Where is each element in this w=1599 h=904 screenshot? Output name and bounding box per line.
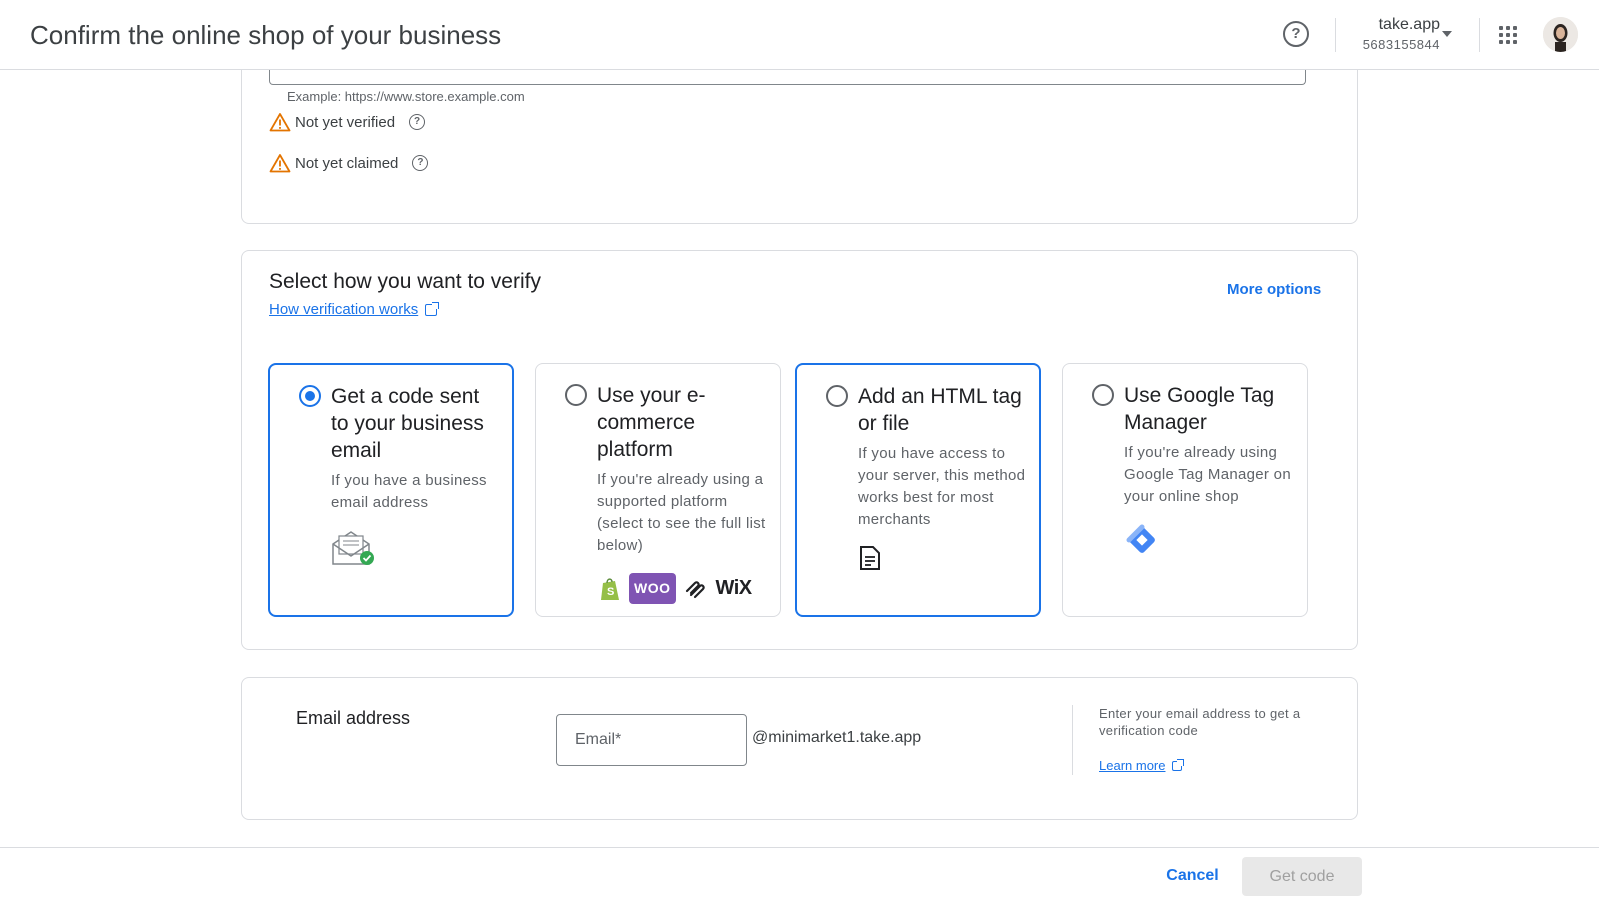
account-name: take.app	[1378, 16, 1440, 33]
radio-button[interactable]	[565, 384, 587, 406]
claimed-status: Not yet claimed ?	[269, 153, 429, 173]
account-number: 5683155844	[1362, 37, 1440, 52]
app-header: Confirm the online shop of your business…	[0, 0, 1599, 70]
warning-icon	[269, 154, 291, 173]
option-title: Use your e-commerce platform	[597, 384, 706, 461]
url-helper-text: Example: https://www.store.example.com	[287, 89, 525, 104]
website-url-input[interactable]	[269, 68, 1306, 85]
warning-icon	[269, 113, 291, 132]
platform-logos: S WOO WiX	[599, 573, 767, 604]
option-email-code[interactable]: Get a code sent to your business email I…	[268, 363, 514, 617]
header-divider	[1335, 18, 1336, 52]
option-description: If you have a business email address	[331, 472, 487, 511]
email-input[interactable]	[556, 714, 747, 766]
option-tag-manager[interactable]: Use Google Tag Manager If you're already…	[1062, 363, 1308, 617]
section-title: Select how you want to verify	[269, 270, 541, 293]
verification-method-card: Select how you want to verify How verifi…	[241, 250, 1358, 650]
radio-button[interactable]	[299, 385, 321, 407]
email-card: Email address @minimarket1.take.app Ente…	[241, 677, 1358, 820]
verified-status-label: Not yet verified	[295, 113, 396, 131]
help-icon[interactable]: ?	[1283, 21, 1309, 47]
help-icon[interactable]: ?	[409, 114, 426, 130]
avatar[interactable]	[1543, 17, 1578, 52]
divider	[1072, 705, 1073, 775]
external-link-icon	[425, 301, 440, 316]
email-section-label: Email address	[296, 708, 411, 728]
external-link-icon	[1172, 758, 1185, 771]
envelope-check-icon	[331, 528, 501, 573]
help-icon[interactable]: ?	[412, 155, 429, 171]
learn-more-label: Learn more	[1099, 758, 1166, 773]
email-help-text: Enter your email address to get a verifi…	[1099, 706, 1301, 738]
learn-more-link[interactable]: Learn more	[1099, 758, 1185, 773]
more-options-button[interactable]: More options	[1227, 281, 1321, 298]
tag-manager-icon	[1124, 522, 1294, 565]
footer-bar: Cancel Get code	[0, 847, 1599, 904]
shopify-icon: S	[601, 577, 619, 600]
svg-text:S: S	[607, 586, 614, 598]
option-description: If you're already using a supported plat…	[597, 471, 766, 554]
radio-button[interactable]	[826, 385, 848, 407]
option-description: If you're already using Google Tag Manag…	[1124, 444, 1291, 505]
account-switcher[interactable]: take.app 5683155844	[1350, 16, 1440, 52]
chevron-down-icon[interactable]	[1442, 31, 1452, 37]
cancel-button[interactable]: Cancel	[1155, 857, 1230, 895]
option-ecommerce-platform[interactable]: Use your e-commerce platform If you're a…	[535, 363, 781, 617]
claimed-status-label: Not yet claimed	[295, 154, 399, 172]
how-verification-works-link[interactable]: How verification works	[269, 301, 440, 318]
header-divider	[1479, 18, 1480, 52]
option-title: Get a code sent to your business email	[331, 385, 484, 462]
woocommerce-icon: WOO	[629, 573, 676, 604]
verified-status: Not yet verified ?	[269, 112, 426, 132]
wix-icon: WiX	[715, 577, 753, 599]
squarespace-icon	[685, 580, 705, 598]
option-description: If you have access to your server, this …	[858, 445, 1026, 528]
page-title: Confirm the online shop of your business	[30, 20, 502, 50]
how-link-label: How verification works	[269, 301, 419, 318]
option-html-tag[interactable]: Add an HTML tag or file If you have acce…	[795, 363, 1041, 617]
get-code-button[interactable]: Get code	[1242, 857, 1362, 896]
document-icon	[858, 545, 1028, 578]
email-domain-suffix: @minimarket1.take.app	[752, 729, 922, 746]
option-title: Add an HTML tag or file	[858, 385, 1022, 435]
radio-button[interactable]	[1092, 384, 1114, 406]
apps-grid-icon[interactable]	[1499, 26, 1517, 44]
option-title: Use Google Tag Manager	[1124, 384, 1275, 434]
